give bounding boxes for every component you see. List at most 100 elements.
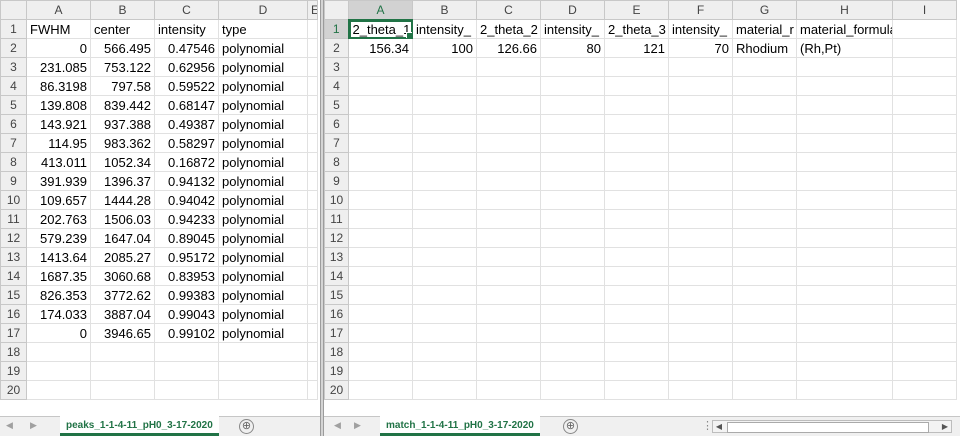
- cell[interactable]: 937.388: [90, 114, 155, 134]
- cell[interactable]: [412, 209, 477, 229]
- row-header[interactable]: 19: [0, 361, 27, 381]
- cell[interactable]: [307, 285, 318, 305]
- cell[interactable]: [348, 152, 413, 172]
- cell[interactable]: [412, 95, 477, 115]
- cell[interactable]: [892, 247, 957, 267]
- scrollbar-thumb[interactable]: [727, 422, 929, 433]
- cell[interactable]: [307, 361, 318, 381]
- cell[interactable]: [412, 133, 477, 153]
- column-header[interactable]: D: [540, 0, 605, 20]
- cell[interactable]: 1687.35: [26, 266, 91, 286]
- cell[interactable]: [307, 380, 318, 400]
- row-header[interactable]: 14: [324, 266, 349, 286]
- cell[interactable]: 126.66: [476, 38, 541, 58]
- cell[interactable]: [154, 380, 219, 400]
- row-header[interactable]: 8: [0, 152, 27, 172]
- cell[interactable]: [796, 152, 893, 172]
- row-header[interactable]: 6: [0, 114, 27, 134]
- cell[interactable]: [732, 247, 797, 267]
- cell[interactable]: 1506.03: [90, 209, 155, 229]
- cell[interactable]: [412, 285, 477, 305]
- cell[interactable]: [476, 76, 541, 96]
- cell[interactable]: [412, 76, 477, 96]
- cell[interactable]: 3772.62: [90, 285, 155, 305]
- cell[interactable]: [796, 209, 893, 229]
- cell[interactable]: 231.085: [26, 57, 91, 77]
- cell[interactable]: 0.99043: [154, 304, 219, 324]
- cell[interactable]: [796, 171, 893, 191]
- cell[interactable]: [26, 380, 91, 400]
- cell[interactable]: [348, 285, 413, 305]
- cell[interactable]: [348, 114, 413, 134]
- cell[interactable]: [796, 57, 893, 77]
- row-header[interactable]: 20: [324, 380, 349, 400]
- cell[interactable]: [540, 152, 605, 172]
- row-header[interactable]: 11: [324, 209, 349, 229]
- row-header[interactable]: 17: [324, 323, 349, 343]
- cell[interactable]: [476, 285, 541, 305]
- cell[interactable]: [892, 342, 957, 362]
- cell[interactable]: [348, 209, 413, 229]
- cell[interactable]: 0.68147: [154, 95, 219, 115]
- cell[interactable]: [668, 114, 733, 134]
- cell[interactable]: [540, 228, 605, 248]
- cell[interactable]: [307, 57, 318, 77]
- cell[interactable]: 2_theta_3: [604, 19, 669, 39]
- cell[interactable]: [732, 76, 797, 96]
- cell[interactable]: [604, 190, 669, 210]
- cell[interactable]: [668, 323, 733, 343]
- cell[interactable]: [668, 361, 733, 381]
- cell[interactable]: [540, 342, 605, 362]
- cell[interactable]: [476, 380, 541, 400]
- cell[interactable]: 0.94042: [154, 190, 219, 210]
- cell[interactable]: 0.62956: [154, 57, 219, 77]
- add-sheet-icon[interactable]: ⊕: [563, 419, 578, 434]
- cell[interactable]: polynomial: [218, 38, 308, 58]
- cell[interactable]: [732, 266, 797, 286]
- cell[interactable]: [796, 95, 893, 115]
- cell[interactable]: [668, 209, 733, 229]
- cell[interactable]: [604, 57, 669, 77]
- cell[interactable]: [348, 304, 413, 324]
- row-header[interactable]: 9: [0, 171, 27, 191]
- cell[interactable]: 839.442: [90, 95, 155, 115]
- cell[interactable]: [540, 57, 605, 77]
- cell[interactable]: [26, 342, 91, 362]
- cell[interactable]: [668, 247, 733, 267]
- cell[interactable]: [604, 228, 669, 248]
- cell[interactable]: [796, 304, 893, 324]
- cell[interactable]: 391.939: [26, 171, 91, 191]
- cell[interactable]: [412, 228, 477, 248]
- column-header[interactable]: C: [154, 0, 219, 20]
- cell[interactable]: material_r: [732, 19, 797, 39]
- cell[interactable]: [348, 190, 413, 210]
- row-header[interactable]: 10: [324, 190, 349, 210]
- cell[interactable]: 0.47546: [154, 38, 219, 58]
- cell[interactable]: (Rh,Pt): [796, 38, 893, 58]
- sheet-tab-peaks[interactable]: peaks_1-1-4-11_pH0_3-17-2020: [60, 416, 219, 436]
- sheet-tab-match[interactable]: match_1-1-4-11_pH0_3-17-2020: [380, 416, 540, 436]
- cell[interactable]: [476, 266, 541, 286]
- cell[interactable]: [892, 95, 957, 115]
- cell[interactable]: [412, 323, 477, 343]
- cell[interactable]: [732, 342, 797, 362]
- cell[interactable]: [476, 190, 541, 210]
- cell[interactable]: 826.353: [26, 285, 91, 305]
- cell[interactable]: [668, 152, 733, 172]
- cell[interactable]: [218, 342, 308, 362]
- cell[interactable]: [668, 190, 733, 210]
- cell[interactable]: [307, 95, 318, 115]
- cell[interactable]: 983.362: [90, 133, 155, 153]
- cell[interactable]: [892, 266, 957, 286]
- cell[interactable]: 0.94233: [154, 209, 219, 229]
- row-header[interactable]: 3: [0, 57, 27, 77]
- cell[interactable]: [796, 190, 893, 210]
- cell[interactable]: [348, 266, 413, 286]
- cell[interactable]: [540, 361, 605, 381]
- cell[interactable]: 109.657: [26, 190, 91, 210]
- row-header[interactable]: 15: [0, 285, 27, 305]
- cell[interactable]: [668, 57, 733, 77]
- row-header[interactable]: 1: [324, 19, 350, 39]
- cell[interactable]: [604, 304, 669, 324]
- cell[interactable]: [476, 323, 541, 343]
